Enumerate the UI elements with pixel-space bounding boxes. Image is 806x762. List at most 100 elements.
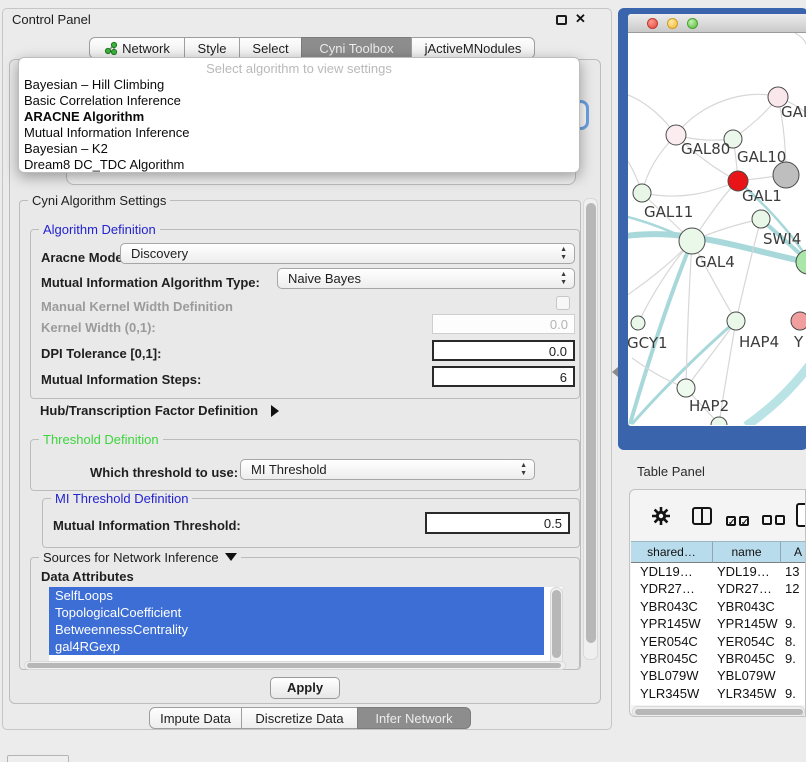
table-cell[interactable]: YIL052C	[713, 702, 781, 705]
table-cell[interactable]	[781, 667, 806, 684]
network-node[interactable]	[677, 379, 695, 397]
float-window-icon[interactable]	[556, 15, 567, 25]
table-cell[interactable]: YBR043C	[631, 598, 713, 615]
columns-icon[interactable]	[692, 507, 712, 525]
algorithm-option[interactable]: Basic Correlation Inference	[19, 93, 579, 109]
which-threshold-combobox[interactable]: MI Threshold ▲▼	[240, 459, 535, 480]
table-cell[interactable]: 12	[781, 580, 806, 597]
table-cell[interactable]: 9.	[781, 650, 806, 667]
tab-impute-data[interactable]: Impute Data	[149, 707, 242, 729]
network-node[interactable]	[679, 228, 705, 254]
tab-jactivemnodules[interactable]: jActiveMNodules	[411, 37, 535, 59]
table-cell[interactable]: YBR045C	[713, 650, 781, 667]
data-attribute-item[interactable]: gal4RGexp	[49, 638, 544, 655]
data-attribute-item[interactable]: TopologicalCoefficient	[49, 604, 544, 621]
hub-transcription-factor-section[interactable]: Hub/Transcription Factor Definition	[40, 402, 279, 420]
tab-select[interactable]: Select	[239, 37, 302, 59]
manual-kernel-checkbox[interactable]	[556, 296, 570, 310]
network-node[interactable]	[633, 184, 651, 202]
algorithm-option[interactable]: ARACNE Algorithm	[19, 109, 579, 125]
close-traffic-light[interactable]	[647, 18, 658, 29]
algorithm-option[interactable]: Bayesian – Hill Climbing	[19, 77, 579, 93]
table-cell[interactable]: YBR043C	[713, 598, 781, 615]
table-cell[interactable]: 9.	[781, 615, 806, 632]
table-row[interactable]: YBL079WYBL079W	[631, 667, 806, 684]
table-cell[interactable]	[781, 598, 806, 615]
tab-discretize-data[interactable]: Discretize Data	[241, 707, 358, 729]
table-cell[interactable]: YBL079W	[631, 667, 713, 684]
table-cell[interactable]: YIL052C	[631, 702, 713, 705]
table-cell[interactable]: YDR27…	[631, 580, 713, 597]
table-cell[interactable]: YDL19…	[631, 563, 713, 580]
tab-infer-network[interactable]: Infer Network	[357, 707, 471, 729]
table-row[interactable]: YIL052CYIL052C9.	[631, 702, 806, 705]
mi-threshold-field[interactable]: 0.5	[425, 512, 570, 534]
expand-right-icon[interactable]	[271, 405, 279, 417]
table-cell[interactable]: 9.	[781, 685, 806, 702]
column-header-name[interactable]: name	[713, 541, 781, 563]
table-horizontal-scrollbar[interactable]	[632, 706, 805, 717]
table-cell[interactable]: YPR145W	[713, 615, 781, 632]
table-cell[interactable]: YDR27…	[713, 580, 781, 597]
zoom-traffic-light[interactable]	[687, 18, 698, 29]
new-table-icon[interactable]	[796, 503, 806, 527]
table-row[interactable]: YBR045CYBR045C9.	[631, 650, 806, 667]
panel-divider-arrow[interactable]	[612, 367, 618, 377]
algorithm-dropdown-popup: Select algorithm to view settings Bayesi…	[18, 57, 580, 173]
table-cell[interactable]: YLR345W	[713, 685, 781, 702]
table-cell[interactable]: YBL079W	[713, 667, 781, 684]
table-cell[interactable]: YLR345W	[631, 685, 713, 702]
data-attribute-item[interactable]: SelfLoops	[49, 587, 544, 604]
table-cell[interactable]: 13	[781, 563, 806, 580]
table-row[interactable]: YER054CYER054C8.	[631, 633, 806, 650]
apply-button[interactable]: Apply	[270, 677, 340, 699]
settings-vertical-scrollbar[interactable]	[583, 198, 598, 660]
scrollbar-thumb[interactable]	[635, 709, 803, 715]
column-header-shared-name[interactable]: shared…	[631, 541, 713, 563]
algorithm-option[interactable]: Mutual Information Inference	[19, 125, 579, 141]
network-node[interactable]	[631, 316, 645, 330]
aracne-mode-combobox[interactable]: Discovery ▲▼	[120, 243, 575, 264]
minimize-traffic-light[interactable]	[667, 18, 678, 29]
close-icon[interactable]: ✕	[575, 11, 586, 27]
deselect-all-checkboxes-icon[interactable]	[762, 512, 788, 530]
table-cell[interactable]: YER054C	[713, 633, 781, 650]
data-attributes-list[interactable]: SelfLoopsTopologicalCoefficientBetweenne…	[49, 587, 562, 666]
scrollbar-thumb[interactable]	[586, 203, 596, 643]
network-node[interactable]	[727, 312, 745, 330]
kernel-width-field[interactable]: 0.0	[432, 314, 575, 334]
network-canvas[interactable]: GALGAL80GAL10GAL1GAL11GAL4SWI4HAP4YGCY1H…	[628, 33, 806, 425]
algorithm-option[interactable]: Bayesian – K2	[19, 141, 579, 157]
table-row[interactable]: YDR27…YDR27…12	[631, 580, 806, 597]
tab-style[interactable]: Style	[184, 37, 240, 59]
table-cell[interactable]: YER054C	[631, 633, 713, 650]
table-row[interactable]: YBR043CYBR043C	[631, 598, 806, 615]
tab-network[interactable]: Network	[89, 37, 185, 59]
scrollbar-thumb[interactable]	[552, 590, 561, 658]
table-cell[interactable]: 8.	[781, 633, 806, 650]
table-cell[interactable]: YDL19…	[713, 563, 781, 580]
gear-icon[interactable]	[650, 505, 672, 532]
tab-cyni-toolbox[interactable]: Cyni Toolbox	[301, 37, 412, 59]
network-node[interactable]	[752, 210, 770, 228]
settings-horizontal-scrollbar[interactable]	[24, 661, 566, 670]
table-cell[interactable]: YBR045C	[631, 650, 713, 667]
data-attribute-item[interactable]: BetweennessCentrality	[49, 621, 544, 638]
mi-algorithm-type-combobox[interactable]: Naive Bayes ▲▼	[277, 268, 575, 289]
table-row[interactable]: YPR145WYPR145W9.	[631, 615, 806, 632]
select-all-checkboxes-icon[interactable]: ✓✓	[726, 512, 752, 530]
collapsed-panel-button[interactable]	[7, 755, 69, 762]
algorithm-option[interactable]: Dream8 DC_TDC Algorithm	[19, 157, 579, 173]
table-cell[interactable]: YPR145W	[631, 615, 713, 632]
collapse-down-icon[interactable]	[225, 553, 237, 561]
mi-steps-field[interactable]: 6	[432, 366, 575, 387]
table-row[interactable]: YDL19…YDL19…13	[631, 563, 806, 580]
network-node[interactable]	[791, 312, 806, 330]
column-header-partial[interactable]: A	[781, 541, 806, 563]
dpi-tolerance-field[interactable]: 0.0	[432, 340, 575, 361]
table-cell[interactable]: 9.	[781, 702, 806, 705]
network-view-frame[interactable]: GALGAL80GAL10GAL1GAL11GAL4SWI4HAP4YGCY1H…	[618, 8, 806, 450]
table-row[interactable]: YLR345WYLR345W9.	[631, 685, 806, 702]
scrollbar-thumb[interactable]	[27, 663, 561, 668]
attributes-vertical-scrollbar[interactable]	[550, 587, 563, 666]
